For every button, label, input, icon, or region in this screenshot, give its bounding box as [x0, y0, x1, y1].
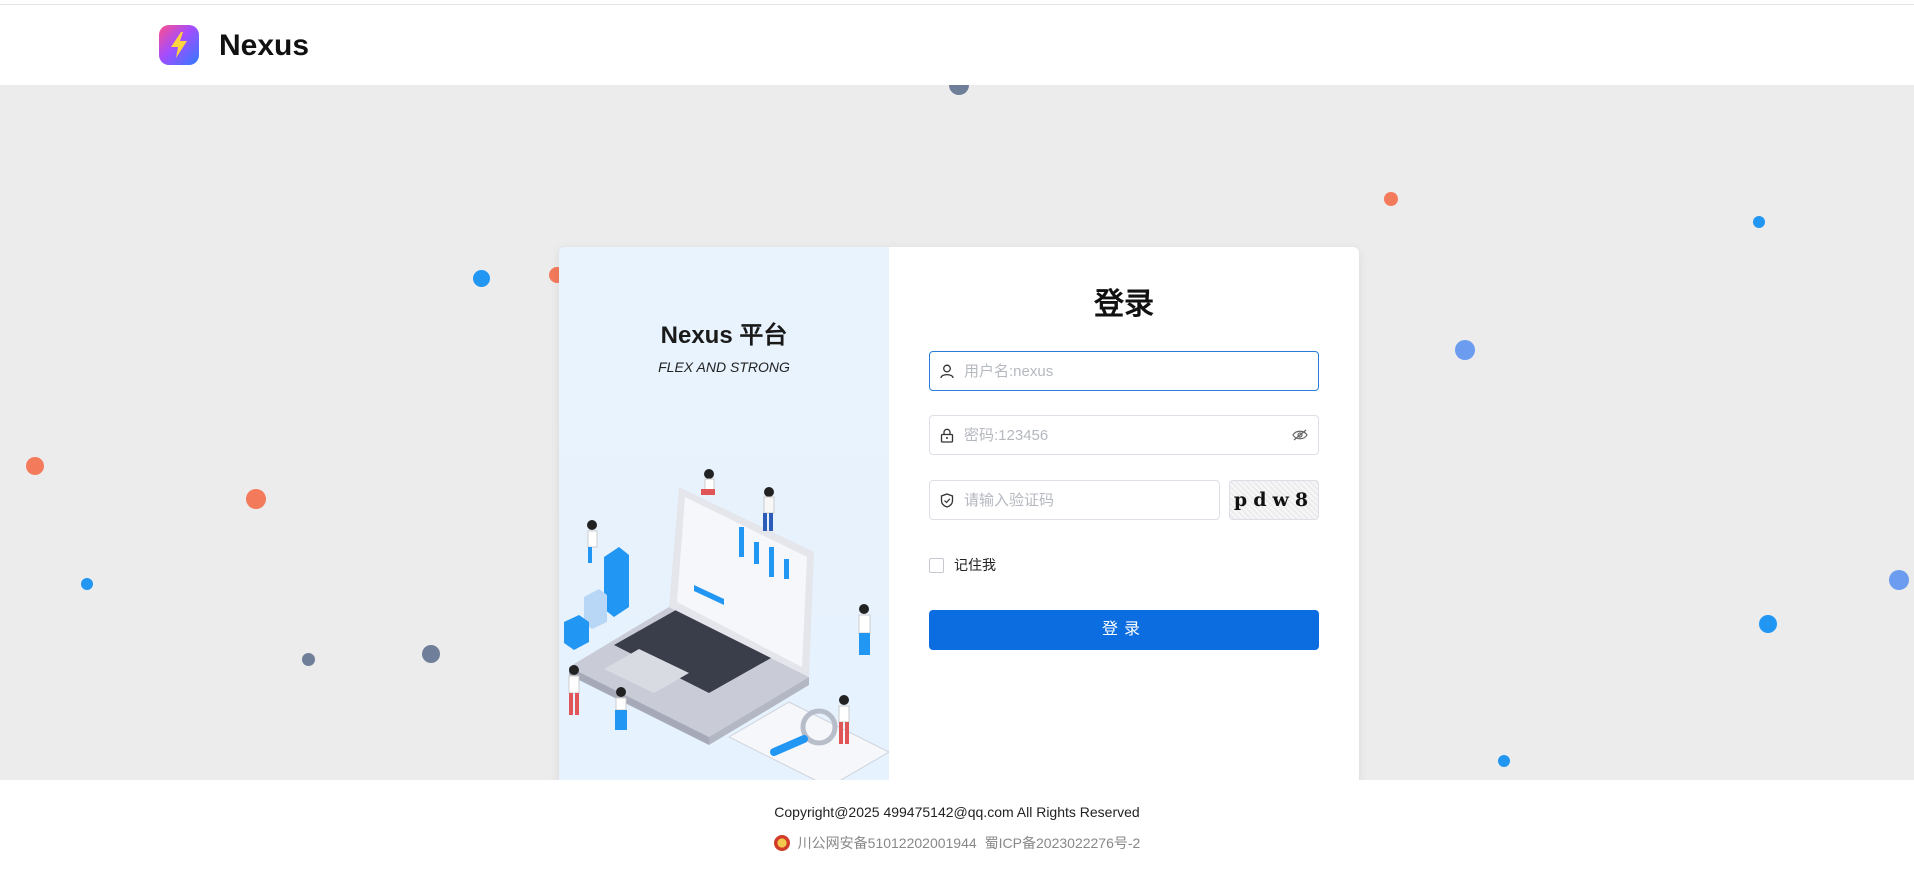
login-title: 登录	[1094, 288, 1154, 321]
floating-dot	[246, 489, 266, 509]
floating-dot	[1889, 570, 1909, 590]
brand-name[interactable]: Nexus	[219, 29, 309, 63]
background-stage: Nexus 平台 FLEX AND STRONG 登录 用户名:nexus 请输…	[0, 85, 1914, 780]
floating-dot	[1759, 615, 1777, 633]
eye-hidden-icon[interactable]	[1282, 429, 1318, 441]
username-field[interactable]	[929, 351, 1319, 391]
floating-dot	[473, 270, 490, 287]
login-form: 登录 pdw	[889, 247, 1359, 780]
floating-dot	[422, 645, 440, 663]
captcha-image[interactable]: pdw8	[1229, 480, 1319, 520]
floating-dot	[1498, 755, 1510, 767]
login-card: Nexus 平台 FLEX AND STRONG 登录 用户名:nexus 请输…	[559, 247, 1359, 780]
floating-dot	[26, 457, 44, 475]
floating-dot	[81, 578, 93, 590]
remember-me-checkbox[interactable]: 记住我	[929, 555, 996, 575]
laptop-team-illustration	[564, 469, 889, 780]
floating-dot	[1384, 192, 1398, 206]
icp-record-link[interactable]: 蜀ICP备2023022276号-2	[985, 833, 1141, 853]
platform-slogan: FLEX AND STRONG	[658, 359, 790, 375]
user-icon	[930, 364, 964, 379]
lock-icon	[930, 428, 964, 443]
copyright-text: Copyright@2025 499475142@qq.com All Righ…	[774, 804, 1140, 820]
intro-panel: Nexus 平台 FLEX AND STRONG	[559, 247, 889, 780]
username-input[interactable]	[964, 362, 1318, 380]
floating-dot	[302, 653, 315, 666]
police-record-link[interactable]: 川公网安备51012202001944	[798, 833, 977, 853]
floating-dot	[949, 85, 969, 95]
checkbox-icon[interactable]	[929, 557, 944, 573]
password-field[interactable]	[929, 415, 1319, 455]
password-input[interactable]	[964, 426, 1282, 444]
captcha-field[interactable]	[929, 480, 1220, 520]
platform-title: Nexus 平台	[660, 322, 788, 349]
brand-logo[interactable]	[159, 25, 199, 65]
site-header: Nexus	[0, 5, 1914, 85]
police-emblem-icon	[773, 835, 790, 851]
site-footer: Copyright@2025 499475142@qq.com All Righ…	[0, 780, 1914, 872]
login-button[interactable]: 登录	[929, 610, 1319, 650]
record-info: 川公网安备51012202001944 蜀ICP备2023022276号-2	[0, 833, 1914, 853]
shield-icon	[930, 492, 964, 508]
floating-dot	[1455, 340, 1475, 360]
lightning-icon	[171, 32, 187, 58]
captcha-input[interactable]	[964, 491, 1219, 509]
floating-dot	[1753, 216, 1765, 228]
remember-me-label: 记住我	[954, 557, 996, 573]
